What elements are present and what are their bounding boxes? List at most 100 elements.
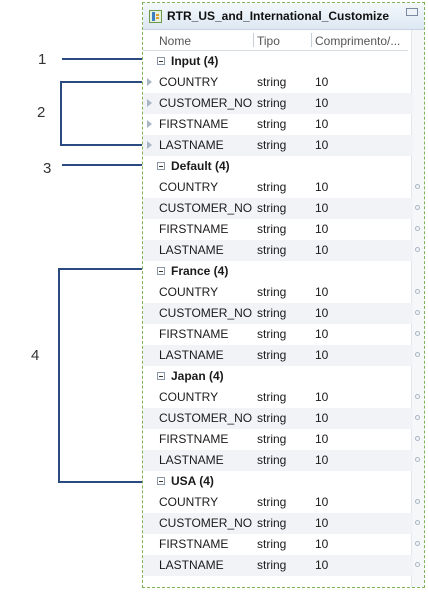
- port-length: 10: [315, 558, 329, 572]
- port-length: 10: [315, 411, 329, 425]
- port-length: 10: [315, 222, 329, 236]
- port-name: FIRSTNAME: [159, 327, 229, 341]
- port-name: COUNTRY: [159, 75, 219, 89]
- collapse-icon[interactable]: [157, 267, 165, 275]
- port-name: LASTNAME: [159, 348, 224, 362]
- router-transformation-icon: [149, 10, 162, 23]
- port-type: string: [257, 453, 287, 467]
- panel-title: RTR_US_and_International_Customize: [167, 9, 390, 23]
- port-row[interactable]: LASTNAME string 10: [143, 450, 420, 471]
- port-type: string: [257, 432, 287, 446]
- port-type: string: [257, 138, 287, 152]
- column-header: Nome Tipo Comprimento/...: [143, 30, 408, 51]
- output-port-icon[interactable]: [415, 415, 420, 420]
- group-header[interactable]: USA (4): [143, 471, 413, 492]
- port-type: string: [257, 180, 287, 194]
- collapse-icon[interactable]: [157, 162, 165, 170]
- port-row[interactable]: LASTNAME string 10: [143, 240, 420, 261]
- output-port-icon[interactable]: [415, 499, 420, 504]
- port-row[interactable]: CUSTOMER_NO string 10: [143, 513, 420, 534]
- callout-bracket-4-side: [58, 268, 60, 483]
- group-label: Input (4): [171, 54, 219, 68]
- callout-bracket-2-bottom: [60, 144, 148, 146]
- collapse-icon[interactable]: [157, 372, 165, 380]
- output-port-icon[interactable]: [415, 247, 420, 252]
- port-length: 10: [315, 180, 329, 194]
- port-type: string: [257, 327, 287, 341]
- port-name: COUNTRY: [159, 390, 219, 404]
- port-name: LASTNAME: [159, 138, 224, 152]
- minimize-icon[interactable]: [406, 8, 418, 16]
- port-row[interactable]: FIRSTNAME string 10: [143, 219, 420, 240]
- output-port-icon[interactable]: [415, 457, 420, 462]
- callout-1: 1: [38, 51, 47, 68]
- transformation-panel[interactable]: RTR_US_and_International_Customize Nome …: [142, 2, 425, 588]
- callout-4: 4: [31, 347, 40, 364]
- port-name: CUSTOMER_NO: [159, 96, 253, 110]
- group-header[interactable]: Default (4): [143, 156, 413, 177]
- port-row[interactable]: LASTNAME string 10: [143, 345, 420, 366]
- port-row[interactable]: COUNTRY string 10: [143, 177, 420, 198]
- output-port-icon[interactable]: [415, 184, 420, 189]
- output-port-icon[interactable]: [415, 205, 420, 210]
- port-name: FIRSTNAME: [159, 432, 229, 446]
- callout-bracket-4-top: [58, 268, 148, 270]
- port-row[interactable]: COUNTRY string 10: [143, 282, 420, 303]
- input-port-icon[interactable]: [147, 78, 152, 86]
- output-port-icon[interactable]: [415, 289, 420, 294]
- port-row[interactable]: FIRSTNAME string 10: [143, 324, 420, 345]
- group-header[interactable]: France (4): [143, 261, 413, 282]
- port-length: 10: [315, 243, 329, 257]
- port-type: string: [257, 117, 287, 131]
- group-header[interactable]: Japan (4): [143, 366, 413, 387]
- port-length: 10: [315, 516, 329, 530]
- column-divider[interactable]: [253, 33, 254, 47]
- port-row[interactable]: LASTNAME string 10: [143, 135, 413, 156]
- output-port-icon[interactable]: [415, 226, 420, 231]
- output-port-icon[interactable]: [415, 436, 420, 441]
- port-row[interactable]: FIRSTNAME string 10: [143, 429, 420, 450]
- output-port-icon[interactable]: [415, 562, 420, 567]
- collapse-icon[interactable]: [157, 57, 165, 65]
- port-name: LASTNAME: [159, 453, 224, 467]
- port-row[interactable]: CUSTOMER_NO string 10: [143, 408, 420, 429]
- port-list: Input (4) COUNTRY string 10 CUSTOMER_NO strin…: [143, 51, 420, 576]
- port-type: string: [257, 96, 287, 110]
- port-row[interactable]: FIRSTNAME string 10: [143, 114, 413, 135]
- port-row[interactable]: COUNTRY string 10: [143, 72, 413, 93]
- port-row[interactable]: LASTNAME string 10: [143, 555, 420, 576]
- callout-3: 3: [43, 160, 52, 177]
- port-row[interactable]: COUNTRY string 10: [143, 387, 420, 408]
- output-port-icon[interactable]: [415, 352, 420, 357]
- port-type: string: [257, 75, 287, 89]
- input-port-icon[interactable]: [147, 141, 152, 149]
- column-name[interactable]: Nome: [159, 34, 191, 48]
- input-port-icon[interactable]: [147, 99, 152, 107]
- port-length: 10: [315, 348, 329, 362]
- port-row[interactable]: COUNTRY string 10: [143, 492, 420, 513]
- port-row[interactable]: CUSTOMER_NO string 10: [143, 198, 420, 219]
- callout-line-3: [62, 164, 148, 166]
- output-port-icon[interactable]: [415, 520, 420, 525]
- port-name: CUSTOMER_NO: [159, 201, 253, 215]
- port-row[interactable]: FIRSTNAME string 10: [143, 534, 420, 555]
- column-length[interactable]: Comprimento/...: [315, 34, 400, 48]
- output-port-icon[interactable]: [415, 331, 420, 336]
- port-row[interactable]: CUSTOMER_NO string 10: [143, 303, 420, 324]
- column-divider[interactable]: [311, 33, 312, 47]
- port-length: 10: [315, 390, 329, 404]
- panel-titlebar[interactable]: RTR_US_and_International_Customize: [143, 3, 424, 30]
- port-row[interactable]: CUSTOMER_NO string 10: [143, 93, 413, 114]
- collapse-icon[interactable]: [157, 477, 165, 485]
- port-name: LASTNAME: [159, 243, 224, 257]
- group-header[interactable]: Input (4): [143, 51, 413, 72]
- input-port-icon[interactable]: [147, 120, 152, 128]
- output-port-icon[interactable]: [415, 310, 420, 315]
- port-length: 10: [315, 432, 329, 446]
- port-type: string: [257, 243, 287, 257]
- port-type: string: [257, 222, 287, 236]
- output-port-icon[interactable]: [415, 394, 420, 399]
- output-port-icon[interactable]: [415, 541, 420, 546]
- column-type[interactable]: Tipo: [257, 34, 280, 48]
- port-length: 10: [315, 96, 329, 110]
